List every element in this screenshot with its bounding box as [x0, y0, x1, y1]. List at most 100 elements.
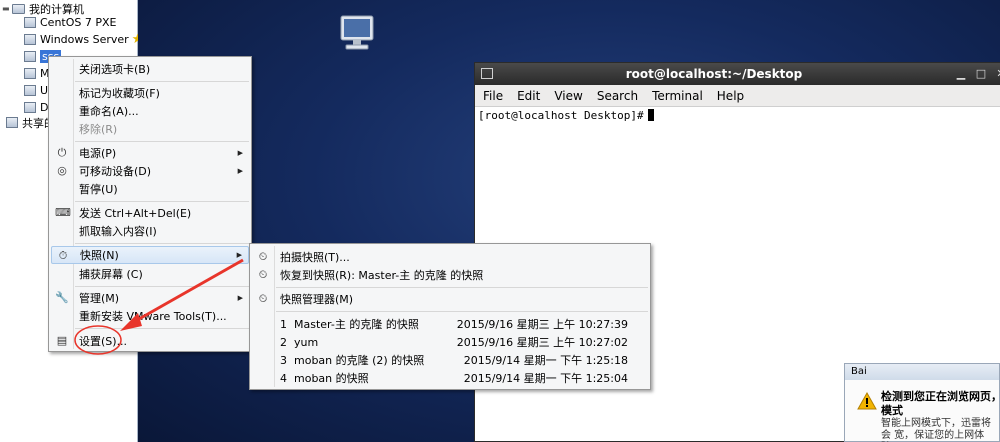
submenu-arrow-icon: ▶ — [236, 251, 242, 259]
snapshot-index: 3 — [280, 354, 287, 367]
menu-file[interactable]: File — [481, 89, 505, 103]
menu-item-label: 拍摄快照(T)... — [280, 251, 350, 264]
tree-item-label: Windows Server — [40, 33, 129, 46]
removable-device-icon: ◎ — [57, 164, 67, 177]
snapshot-list-item[interactable]: 1 Master-主 的克隆 的快照 2015/9/16 星期三 上午 10:2… — [252, 315, 648, 333]
menu-item-revert-snapshot[interactable]: ⏲ 恢复到快照(R): Master-主 的克隆 的快照 — [252, 266, 648, 284]
menu-separator — [75, 201, 249, 202]
vm-icon — [24, 68, 36, 79]
tree-item-label: CentOS 7 PXE — [40, 16, 117, 29]
terminal-titlebar[interactable]: root@localhost:~/Desktop ▁ □ ✕ — [475, 63, 1000, 85]
menu-item-take-snapshot[interactable]: ⏲ 拍摄快照(T)... — [252, 248, 648, 266]
terminal-title: root@localhost:~/Desktop — [625, 67, 803, 81]
snapshot-entry-label: 2 yum — [280, 336, 318, 349]
shared-vms-icon — [6, 117, 18, 128]
close-icon[interactable]: ✕ — [993, 66, 1000, 82]
snapshot-name: yum — [294, 335, 319, 349]
tree-item-windows-server[interactable]: Windows Server ★ — [24, 31, 143, 48]
menu-item-snapshot-manager[interactable]: ⏲ 快照管理器(M) — [252, 290, 648, 308]
notification-title-continued: 模式 — [881, 404, 903, 417]
snapshot-list-item[interactable]: 3 moban 的克隆 (2) 的快照 2015/9/14 星期一 下午 1:2… — [252, 351, 648, 369]
vm-icon — [24, 85, 36, 96]
menu-item-reinstall-vmware-tools[interactable]: 重新安装 VMware Tools(T)... — [51, 307, 249, 325]
menu-item-power[interactable]: ⏻ 电源(P) ▶ — [51, 144, 249, 162]
tree-item-centos[interactable]: CentOS 7 PXE — [24, 14, 116, 31]
notification-body: 智能上网模式下，迅雷将会 宽，保证您的上网体验。 — [881, 418, 991, 441]
menu-item-snapshot[interactable]: ⏱ 快照(N) ▶ — [51, 246, 249, 264]
menu-separator — [276, 287, 648, 288]
menu-item-label: 重命名(A)... — [79, 105, 139, 118]
menu-separator — [75, 81, 249, 82]
menu-separator — [75, 243, 249, 244]
vm-icon — [24, 34, 36, 45]
menu-item-label: 电源(P) — [79, 147, 117, 160]
menu-separator — [276, 311, 648, 312]
snapshot-entry-label: 1 Master-主 的克隆 的快照 — [280, 316, 419, 332]
menu-item-removable-devices[interactable]: ◎ 可移动设备(D) ▶ — [51, 162, 249, 180]
menu-item-close-tab[interactable]: 关闭选项卡(B) — [51, 60, 249, 78]
menu-item-label: 发送 Ctrl+Alt+Del(E) — [79, 207, 192, 220]
warning-icon — [857, 392, 877, 410]
menu-item-settings[interactable]: ▤ 设置(S)... — [51, 332, 249, 350]
menu-search[interactable]: Search — [595, 89, 640, 103]
browser-notification-popup[interactable]: Bai 检测到您正在浏览网页，建 模式 智能上网模式下，迅雷将会 宽，保证您的上… — [844, 363, 1000, 442]
notification-header: Bai — [845, 364, 999, 380]
snapshot-name: Master-主 的克隆 的快照 — [294, 318, 419, 331]
snapshot-submenu: ⏲ 拍摄快照(T)... ⏲ 恢复到快照(R): Master-主 的克隆 的快… — [249, 243, 651, 390]
shell-prompt: [root@localhost Desktop]# — [478, 109, 644, 122]
vm-icon — [24, 17, 36, 28]
vm-icon — [24, 51, 36, 62]
menu-item-label: 可移动设备(D) — [79, 165, 152, 178]
snapshot-index: 2 — [280, 335, 287, 349]
menu-item-manage[interactable]: 🔧 管理(M) ▶ — [51, 289, 249, 307]
menu-item-label: 快照(N) — [80, 249, 119, 262]
settings-icon: ▤ — [56, 334, 68, 347]
tree-item-m[interactable]: M — [24, 65, 50, 82]
terminal-app-icon — [481, 68, 493, 79]
menu-item-remove: 移除(R) — [51, 120, 249, 138]
menu-edit[interactable]: Edit — [515, 89, 542, 103]
snapshot-index: 4 — [280, 372, 287, 385]
snapshot-index: 1 — [280, 318, 287, 331]
collapse-icon[interactable]: ▬ — [2, 4, 10, 13]
menu-view[interactable]: View — [552, 89, 584, 103]
menu-item-pause[interactable]: 暂停(U) — [51, 180, 249, 198]
snapshot-name: moban 的克隆 (2) 的快照 — [294, 354, 425, 367]
snapshot-date: 2015/9/16 星期三 上午 10:27:02 — [456, 336, 628, 349]
vm-context-menu: 关闭选项卡(B) 标记为收藏项(F) 重命名(A)... 移除(R) ⏻ 电源(… — [48, 56, 252, 352]
snapshot-entry-label: 4 moban 的快照 — [280, 370, 369, 386]
computer-icon[interactable] — [338, 14, 376, 54]
menu-item-label: 标记为收藏项(F) — [79, 87, 160, 100]
menu-item-grab-input[interactable]: 抓取输入内容(I) — [51, 222, 249, 240]
snapshot-list-item[interactable]: 2 yum 2015/9/16 星期三 上午 10:27:02 — [252, 333, 648, 351]
menu-terminal[interactable]: Terminal — [650, 89, 705, 103]
minimize-icon[interactable]: ▁ — [953, 66, 969, 82]
menu-item-label: 暂停(U) — [79, 183, 118, 196]
maximize-icon[interactable]: □ — [973, 66, 989, 82]
snapshot-date: 2015/9/14 星期一 下午 1:25:04 — [463, 372, 628, 385]
menu-item-mark-favorite[interactable]: 标记为收藏项(F) — [51, 84, 249, 102]
computer-icon — [12, 3, 25, 14]
menu-separator — [75, 328, 249, 329]
terminal-menubar: File Edit View Search Terminal Help — [475, 85, 1000, 107]
menu-item-send-ctrl-alt-del[interactable]: ⌨ 发送 Ctrl+Alt+Del(E) — [51, 204, 249, 222]
menu-item-label: 关闭选项卡(B) — [79, 63, 151, 76]
vm-icon — [24, 102, 36, 113]
snapshot-icon: ⏱ — [58, 249, 68, 262]
menu-help[interactable]: Help — [715, 89, 746, 103]
menu-item-label: 设置(S)... — [79, 335, 128, 348]
menu-item-label: 恢复到快照(R): Master-主 的克隆 的快照 — [280, 269, 484, 282]
text-cursor — [647, 109, 654, 121]
menu-item-rename[interactable]: 重命名(A)... — [51, 102, 249, 120]
snapshot-entry-label: 3 moban 的克隆 (2) 的快照 — [280, 352, 424, 368]
take-snapshot-icon: ⏲ — [258, 250, 268, 263]
power-icon: ⏻ — [57, 146, 67, 159]
snapshot-list-item[interactable]: 4 moban 的快照 2015/9/14 星期一 下午 1:25:04 — [252, 369, 648, 387]
menu-item-label: 重新安装 VMware Tools(T)... — [79, 310, 227, 323]
submenu-arrow-icon: ▶ — [237, 167, 243, 175]
menu-item-label: 移除(R) — [79, 123, 118, 136]
submenu-arrow-icon: ▶ — [237, 294, 243, 302]
menu-item-capture-screen[interactable]: 捕获屏幕 (C) — [51, 265, 249, 283]
submenu-arrow-icon: ▶ — [237, 149, 243, 157]
snapshot-name: moban 的快照 — [294, 372, 369, 385]
